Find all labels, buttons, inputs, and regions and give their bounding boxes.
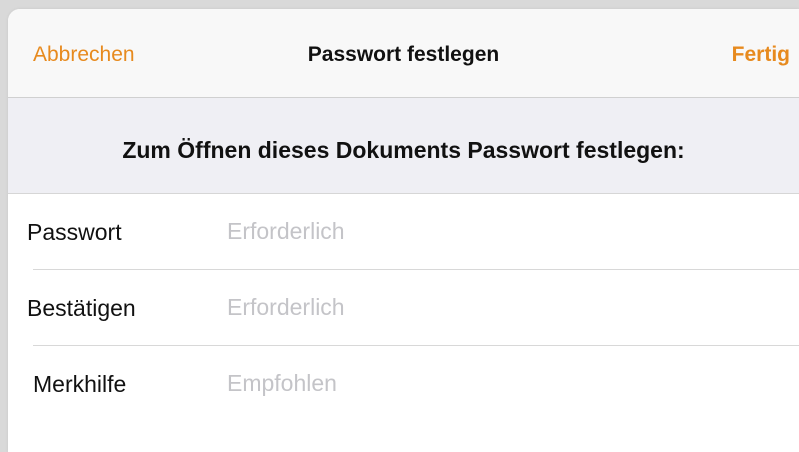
navigation-bar: Abbrechen Passwort festlegen Fertig xyxy=(8,9,799,98)
password-form: Passwort Bestätigen Merkhilfe xyxy=(8,194,799,422)
page-title: Passwort festlegen xyxy=(307,43,500,66)
confirm-label: Bestätigen xyxy=(27,295,136,321)
hint-label: Merkhilfe xyxy=(33,371,127,397)
hint-input[interactable] xyxy=(227,368,767,398)
confirm-password-input[interactable] xyxy=(227,292,767,322)
section-header: Zum Öffnen dieses Dokuments Passwort fes… xyxy=(8,98,799,194)
password-row: Passwort xyxy=(8,194,799,270)
section-caption: Zum Öffnen dieses Dokuments Passwort fes… xyxy=(122,137,685,163)
password-label: Passwort xyxy=(27,219,122,245)
password-sheet: Abbrechen Passwort festlegen Fertig Zum … xyxy=(8,9,799,452)
password-input[interactable] xyxy=(227,216,767,246)
confirm-row: Bestätigen xyxy=(8,270,799,346)
done-button[interactable]: Fertig xyxy=(732,42,790,68)
hint-row: Merkhilfe xyxy=(8,346,799,422)
